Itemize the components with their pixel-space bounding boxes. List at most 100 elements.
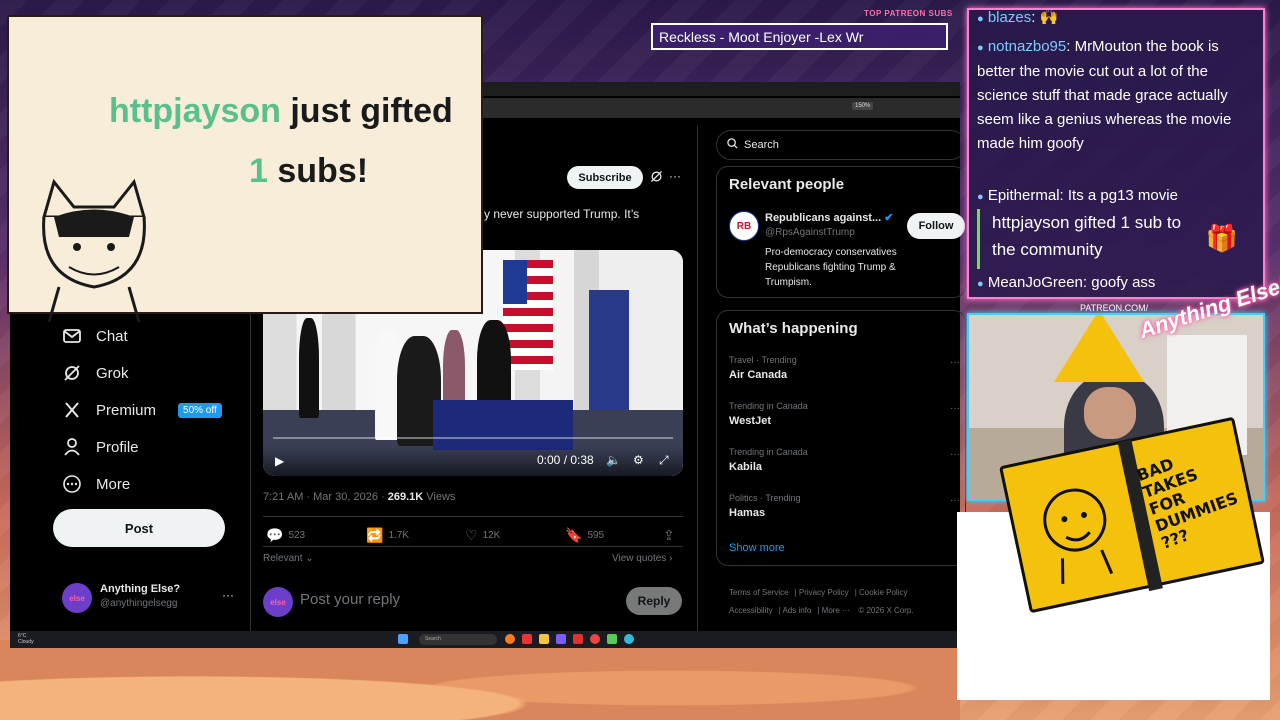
person-name[interactable]: Republicans against... ✔ xyxy=(765,211,893,224)
nav-label: More xyxy=(96,475,131,493)
tweet-timestamp: 7:21 AM · Mar 30, 2026 · xyxy=(263,491,388,503)
sort-dropdown[interactable]: Relevant ⌄ xyxy=(263,553,314,564)
alert-count: 1 xyxy=(249,152,268,190)
avatar: else xyxy=(62,583,92,613)
like-count: 12K xyxy=(482,530,501,541)
chrome-icon[interactable] xyxy=(590,634,600,644)
nav-item-grok[interactable]: Grok xyxy=(62,363,129,383)
share-icon: ⇪ xyxy=(663,527,675,543)
copyright: © 2026 X Corp. xyxy=(858,606,914,615)
nav-item-premium[interactable]: Premium 50% off xyxy=(62,400,222,420)
weather-widget[interactable]: 6°C Cloudy xyxy=(18,633,34,645)
follow-button[interactable]: Follow xyxy=(907,213,965,239)
app-icon[interactable] xyxy=(556,634,566,644)
trend-item[interactable]: Politics · Trending Hamas xyxy=(729,493,801,519)
footer-link[interactable]: Terms of Service xyxy=(729,588,789,597)
grok-icon[interactable] xyxy=(650,170,663,186)
reply-button[interactable]: Reply xyxy=(626,587,682,615)
footer-link[interactable]: More ··· xyxy=(822,606,850,615)
trend-item[interactable]: Trending in Canada WestJet xyxy=(729,401,808,427)
more-horizontal-icon[interactable]: ··· xyxy=(222,588,234,602)
reply-input[interactable]: Post your reply xyxy=(300,591,400,608)
volume-icon[interactable]: 🔈 xyxy=(606,453,621,467)
gift-icon: 🎁 xyxy=(1205,223,1238,253)
post-button[interactable]: Post xyxy=(53,509,225,547)
fullscreen-icon[interactable]: ⤢ xyxy=(659,453,669,468)
chat-bullet-icon: ● xyxy=(977,13,984,25)
nav-label: Grok xyxy=(96,364,129,382)
zoom-badge[interactable]: 150% xyxy=(852,102,874,110)
trend-item[interactable]: Trending in Canada Kabila xyxy=(729,447,808,473)
folder-icon[interactable] xyxy=(539,634,549,644)
play-icon[interactable]: ▶ xyxy=(275,454,284,468)
nav-item-more[interactable]: More xyxy=(62,474,130,494)
app-icon[interactable] xyxy=(522,634,532,644)
weather-desc: Cloudy xyxy=(18,639,34,645)
windows-start-icon[interactable] xyxy=(398,634,408,644)
chat-username: Epithermal xyxy=(987,187,1060,204)
streamer-face xyxy=(1084,387,1136,439)
trend-name: Kabila xyxy=(729,461,763,473)
chat-text: : 🙌 xyxy=(1031,9,1059,26)
patreon-url: PATREON.COM/ xyxy=(1080,303,1149,313)
more-horizontal-icon[interactable]: ··· xyxy=(950,449,960,460)
gift-text: httpjayson gifted 1 sub to the community xyxy=(992,213,1182,259)
nav-label: Premium xyxy=(96,401,157,419)
app-icon[interactable] xyxy=(573,634,583,644)
share-action[interactable]: ⇪ xyxy=(663,527,675,544)
repost-action[interactable]: 🔁 1.7K xyxy=(366,527,409,544)
reply-action[interactable]: 💬 523 xyxy=(266,527,305,544)
show-more-link[interactable]: Show more xyxy=(729,542,785,554)
address-bar[interactable] xyxy=(480,98,960,118)
gift-sub-notice: httpjayson gifted 1 sub to the community… xyxy=(977,209,1252,269)
footer-link[interactable]: Accessibility xyxy=(729,606,773,615)
video-progress-bar[interactable] xyxy=(273,437,673,439)
person-handle: @RpsAgainstTrump xyxy=(765,227,855,238)
divider xyxy=(263,516,683,517)
chevron-down-icon: ⌄ xyxy=(305,553,314,564)
edge-icon[interactable] xyxy=(624,634,634,644)
x-logo-icon xyxy=(62,400,82,420)
footer-link[interactable]: Privacy Policy xyxy=(799,588,849,597)
search-input[interactable]: Search xyxy=(716,130,966,160)
taskbar-search[interactable]: Search xyxy=(419,634,497,645)
more-horizontal-icon[interactable]: ··· xyxy=(950,403,960,414)
nav-item-chat[interactable]: Chat xyxy=(62,326,128,346)
nav-item-profile[interactable]: Profile xyxy=(62,437,139,457)
divider xyxy=(263,546,683,547)
avatar[interactable]: RB xyxy=(729,211,759,241)
trend-category: Trending in Canada xyxy=(729,447,808,457)
account-switcher[interactable]: else Anything Else? @anythingelsegg ··· xyxy=(62,580,242,616)
avatar: else xyxy=(263,587,293,617)
more-horizontal-icon[interactable]: ··· xyxy=(669,169,681,183)
footer-link[interactable]: Cookie Policy xyxy=(859,588,907,597)
video-time: 0:00 / 0:38 xyxy=(537,453,594,467)
chat-message: ● MeanJoGreen: goofy ass xyxy=(977,271,1155,296)
cake-table xyxy=(433,400,573,450)
tweet-text: y never supported Trump. It’s xyxy=(484,207,640,221)
subscribe-button[interactable]: Subscribe xyxy=(567,166,643,189)
person-icon xyxy=(62,437,82,457)
app-icon[interactable] xyxy=(607,634,617,644)
more-horizontal-icon[interactable]: ··· xyxy=(950,357,960,368)
footer-links: Terms of Service | Privacy Policy | Cookie… xyxy=(729,588,914,615)
footer-link[interactable]: Ads info xyxy=(782,606,811,615)
presidential-flag xyxy=(589,290,629,410)
grok-icon xyxy=(62,363,82,383)
view-quotes-link[interactable]: View quotes › xyxy=(612,553,672,564)
settings-gear-icon[interactable]: ⚙ xyxy=(633,453,644,467)
bookmark-count: 595 xyxy=(587,530,605,541)
firefox-icon[interactable] xyxy=(505,634,515,644)
views-label: Views xyxy=(423,491,456,503)
more-horizontal-icon[interactable]: ··· xyxy=(950,495,960,506)
bookmark-action[interactable]: 🔖 595 xyxy=(565,527,604,544)
chat-message: ● blazes: 🙌 xyxy=(977,9,1059,31)
chat-text: : Its a pg13 movie xyxy=(1059,187,1178,204)
background-ground xyxy=(0,640,960,720)
view-quotes-label: View quotes xyxy=(612,553,667,564)
stream-chat: ● blazes: 🙌 ● notnazbo95: MrMouton the b… xyxy=(967,8,1265,299)
trend-item[interactable]: Travel · Trending Air Canada xyxy=(729,355,797,381)
like-action[interactable]: ♡ 12K xyxy=(465,527,500,544)
repost-icon: 🔁 xyxy=(366,527,384,543)
doodle-face-icon xyxy=(1043,488,1114,584)
